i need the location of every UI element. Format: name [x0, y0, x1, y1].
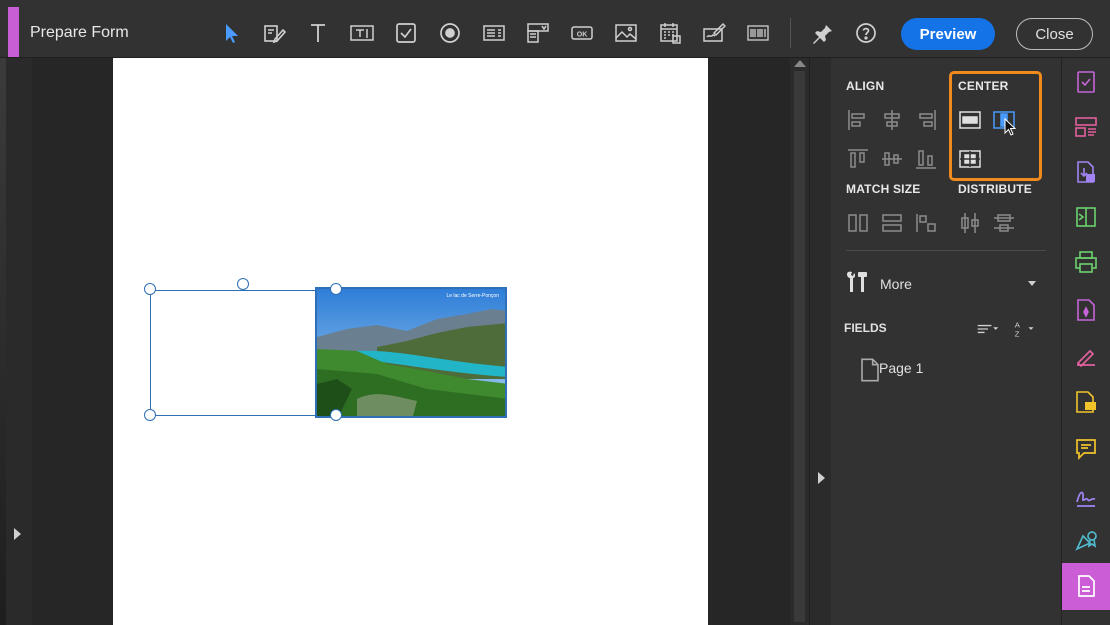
align-horizontal-center-icon[interactable]	[880, 108, 904, 132]
export-pdf-icon[interactable]	[1072, 158, 1100, 186]
distribute-vertical-icon[interactable]	[992, 211, 1016, 235]
image-caption: Le lac de Serre-Ponçon	[446, 293, 499, 299]
align-left-icon[interactable]	[846, 108, 870, 132]
sort-z-label: Z	[1015, 330, 1020, 339]
tool-title: Prepare Form	[30, 24, 129, 41]
dropdown-icon[interactable]	[525, 20, 551, 46]
image-field[interactable]: Le lac de Serre-Ponçon	[315, 287, 507, 418]
request-signature-icon[interactable]	[1072, 482, 1100, 510]
tool-accent-bar	[8, 7, 19, 57]
select-tool-icon[interactable]	[218, 20, 244, 46]
compress-icon[interactable]	[1072, 203, 1100, 231]
align-right-icon[interactable]	[914, 108, 938, 132]
barcode-icon[interactable]	[745, 20, 771, 46]
resize-handle-bottom-left[interactable]	[144, 409, 156, 421]
tools-rail	[1061, 58, 1110, 625]
sort-a-label: A	[1015, 320, 1021, 329]
align-bottom-icon[interactable]	[914, 147, 938, 171]
protect-icon[interactable]	[1072, 296, 1100, 324]
prepare-form-icon[interactable]	[1072, 572, 1100, 600]
page-1-item[interactable]: Page 1	[879, 360, 923, 376]
signature-field-icon[interactable]	[701, 20, 727, 46]
scroll-up-icon[interactable]	[794, 60, 806, 67]
selected-form-field[interactable]	[150, 290, 337, 416]
match-both-icon[interactable]	[914, 211, 938, 235]
pin-icon[interactable]	[809, 20, 835, 46]
sort-az-icon[interactable]: AZ	[1013, 317, 1041, 341]
scrollbar-thumb[interactable]	[794, 71, 805, 622]
fields-header: FIELDS	[844, 321, 887, 335]
print-production-icon[interactable]	[1072, 248, 1100, 276]
comment-document-icon[interactable]	[1072, 388, 1100, 416]
more-dropdown-label[interactable]: More	[880, 276, 912, 292]
preview-button[interactable]: Preview	[901, 18, 995, 50]
center-highlight-box	[949, 71, 1042, 181]
help-icon[interactable]	[853, 20, 879, 46]
rotate-handle[interactable]	[237, 278, 249, 290]
expand-left-panel-icon[interactable]	[14, 528, 21, 540]
edit-text-icon[interactable]	[261, 20, 287, 46]
properties-panel: ALIGN CENTER MATCH SIZE DISTRIBUTE More …	[831, 58, 1061, 625]
match-width-icon[interactable]	[846, 211, 870, 235]
text-field-icon[interactable]	[349, 20, 375, 46]
organize-pages-icon[interactable]	[1072, 113, 1100, 141]
align-header: ALIGN	[846, 79, 885, 93]
radio-button-icon[interactable]	[437, 20, 463, 46]
mouse-cursor-icon	[1004, 118, 1017, 136]
vertical-scrollbar[interactable]	[790, 58, 809, 625]
resize-handle-bottom-right[interactable]	[330, 409, 342, 421]
image-icon[interactable]	[613, 20, 639, 46]
align-vertical-center-icon[interactable]	[880, 147, 904, 171]
resize-handle-top-left[interactable]	[144, 283, 156, 295]
match-size-header: MATCH SIZE	[846, 182, 921, 196]
app-window: Prepare Form OK Preview Close Le lac de …	[0, 0, 1110, 625]
landscape-image	[317, 289, 505, 416]
resize-handle-top-right[interactable]	[330, 283, 342, 295]
fill-sign-icon[interactable]	[1072, 341, 1100, 369]
match-height-icon[interactable]	[880, 211, 904, 235]
field-options-icon[interactable]	[976, 317, 1004, 341]
toolbar-separator	[790, 18, 791, 48]
distribute-header: DISTRIBUTE	[958, 182, 1032, 196]
collapse-right-panel-icon[interactable]	[818, 472, 825, 484]
distribute-horizontal-icon[interactable]	[958, 211, 982, 235]
text-T-icon[interactable]	[305, 20, 331, 46]
left-panel-collapsed	[0, 58, 32, 625]
align-top-icon[interactable]	[846, 147, 870, 171]
list-box-icon[interactable]	[481, 20, 507, 46]
ok-button-label: OK	[577, 32, 588, 39]
close-button[interactable]: Close	[1016, 18, 1093, 50]
calendar-icon[interactable]	[657, 20, 683, 46]
checklist-icon[interactable]	[1072, 68, 1100, 96]
top-toolbar: Prepare Form OK Preview Close	[0, 0, 1110, 58]
tools-wrench-icon[interactable]	[845, 270, 869, 294]
certificates-icon[interactable]	[1072, 526, 1100, 554]
comment-icon[interactable]	[1072, 435, 1100, 463]
left-panel-edge	[0, 58, 6, 625]
right-panel-toggle-strip	[809, 58, 831, 625]
panel-divider	[846, 250, 1046, 251]
page-icon	[858, 358, 879, 382]
checkbox-icon[interactable]	[393, 20, 419, 46]
ok-button-icon[interactable]: OK	[569, 20, 595, 46]
more-dropdown-caret-icon[interactable]	[1028, 281, 1036, 286]
